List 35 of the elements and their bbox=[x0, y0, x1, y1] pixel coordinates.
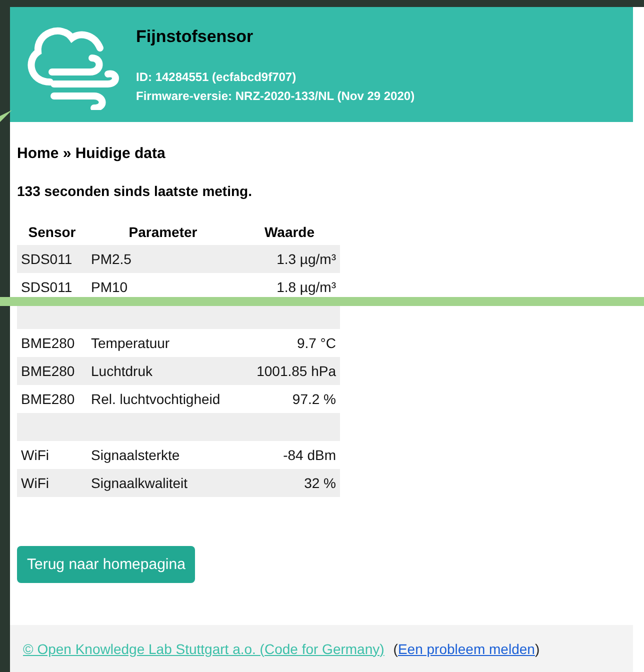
table-cell-text: SDS011 bbox=[20, 279, 74, 295]
table-cell-text: Signaalkwaliteit bbox=[90, 475, 188, 491]
column-header: Parameter bbox=[128, 224, 198, 240]
device-id: ID: 14284551 (ecfabcd9f707) bbox=[136, 69, 298, 86]
table-cell-text: BME280 bbox=[20, 335, 76, 351]
table-cell-text: PM2.5 bbox=[90, 251, 132, 267]
table-cell-text: Signaalsterkte bbox=[90, 447, 181, 463]
table-cell-text: WiFi bbox=[20, 475, 50, 491]
table-cell-text: PM10 bbox=[90, 279, 129, 295]
breadcrumb: Home » Huidige data bbox=[17, 145, 166, 162]
table-cell-text: -84 dBm bbox=[282, 447, 337, 463]
paren: ( bbox=[393, 640, 398, 656]
table-cell-text: BME280 bbox=[20, 391, 76, 407]
table-cell-text: Rel. luchtvochtigheid bbox=[90, 391, 222, 407]
table-cell-text: 97.2 % bbox=[291, 391, 337, 407]
table-cell-text: 1.8 µg/m³ bbox=[276, 279, 337, 295]
back-home-button[interactable]: Terug naar homepagina bbox=[17, 546, 196, 583]
accent-triangle bbox=[0, 110, 12, 122]
table-cell-text: BME280 bbox=[20, 363, 76, 379]
table-cell-text: 1.3 µg/m³ bbox=[276, 251, 337, 267]
credit-link[interactable]: © Open Knowledge Lab Stuttgart a.o. (Code for Germany) bbox=[23, 640, 384, 656]
table-cell-text: SDS011 bbox=[20, 251, 74, 267]
measurement-status: 133 seconden sinds laatste meting. bbox=[17, 183, 253, 199]
table-cell-text: Temperatuur bbox=[90, 335, 171, 351]
table-cell-text: 32 % bbox=[303, 475, 337, 491]
column-header: Waarde bbox=[263, 224, 316, 240]
table-cell-text: 9.7 °C bbox=[296, 335, 337, 351]
table-cell-text: Luchtdruk bbox=[90, 363, 154, 379]
table-cell-text: WiFi bbox=[20, 447, 50, 463]
report-problem-link[interactable]: Een probleem melden bbox=[398, 640, 535, 656]
firmware-version: Firmware-versie: NRZ-2020-133/NL (Nov 29 2020) bbox=[136, 88, 415, 105]
column-header: Sensor bbox=[27, 224, 77, 240]
table-cell-text: 1001.85 hPa bbox=[256, 363, 337, 379]
app-title: Fijnstofsensor bbox=[136, 27, 254, 47]
paren: ) bbox=[534, 640, 540, 656]
